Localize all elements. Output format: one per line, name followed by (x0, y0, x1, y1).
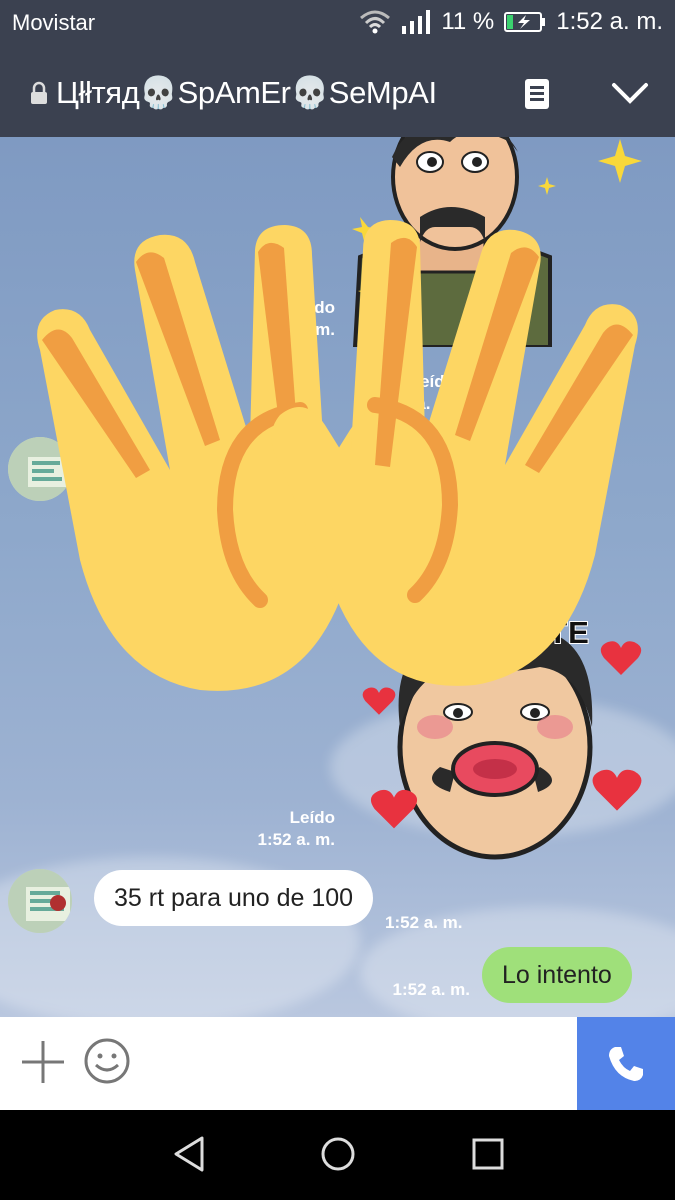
message-time: 1:52 a. m. (385, 913, 463, 932)
heart-icon (362, 687, 396, 715)
avatar[interactable] (8, 437, 72, 501)
sticker-caption: UN BESOTE (399, 614, 590, 651)
wifi-icon (360, 10, 391, 34)
clock: 1:52 a. m. (556, 8, 663, 35)
message-time: 1:52 a. m. (392, 980, 471, 999)
plus-icon[interactable] (20, 1039, 66, 1085)
message-time: 1:51 a. m. (257, 320, 336, 339)
sparkle-icon (538, 177, 556, 195)
message-time: 1:52 a. m. (257, 830, 336, 849)
sticker-man-mustache[interactable] (340, 137, 570, 347)
message-meta: Leído 1:5_ a. m. (350, 371, 456, 415)
battery-charging-icon (504, 12, 546, 32)
read-receipt: Leído (409, 372, 455, 391)
menu-icon[interactable] (522, 79, 552, 109)
chat-header: Цłłтяд💀SpAmEr💀SeMpAI (0, 47, 675, 137)
heart-icon (600, 641, 642, 675)
emoji-icon[interactable] (83, 1037, 131, 1085)
recents-icon[interactable] (466, 1132, 510, 1176)
heart-icon (592, 769, 642, 811)
call-button[interactable] (577, 1017, 675, 1110)
avatar[interactable] (8, 869, 72, 933)
message-meta: Leído 1:51 a. m. (230, 297, 336, 341)
message-input-bar (0, 1017, 675, 1110)
outgoing-message[interactable]: Lo intento (482, 947, 632, 1003)
sparkle-icon (598, 139, 642, 183)
back-icon[interactable] (168, 1132, 212, 1176)
chat-title-group[interactable]: Цłłтяд💀SpAmEr💀SeMpAI (30, 74, 437, 111)
system-nav-bar (0, 1110, 675, 1200)
avatar-image (8, 869, 72, 933)
status-icons: 11 % 1:52 a. m. (359, 8, 663, 36)
message-time: 1:5_ a. m. (377, 394, 456, 413)
heart-icon (370, 789, 418, 829)
battery-percent: 11 % (441, 8, 495, 35)
read-receipt: Leído (289, 808, 335, 827)
status-bar: Movistar 11 % 1:52 a. m. (0, 0, 675, 47)
incoming-message[interactable]: 35 rt para uno de 100 (94, 870, 374, 926)
chat-area[interactable]: Leído 1:51 a. m. Leído 1:5_ a. m. UN BES… (0, 137, 675, 1017)
chat-title: Цłłтяд💀SpAmEr💀SeMpAI (56, 75, 437, 110)
read-receipt: Leído (289, 298, 335, 317)
signal-icon (402, 10, 431, 34)
carrier-name: Movistar (12, 10, 96, 35)
avatar-image (8, 437, 72, 501)
message-meta: Leído 1:52 a. m. (230, 807, 336, 851)
home-icon[interactable] (316, 1132, 360, 1176)
lock-icon (31, 81, 47, 104)
message-text: Lo intento (502, 961, 612, 989)
phone-icon (609, 1047, 643, 1081)
message-text: 35 rt para uno de 100 (114, 884, 354, 912)
chevron-down-icon[interactable] (610, 79, 650, 107)
